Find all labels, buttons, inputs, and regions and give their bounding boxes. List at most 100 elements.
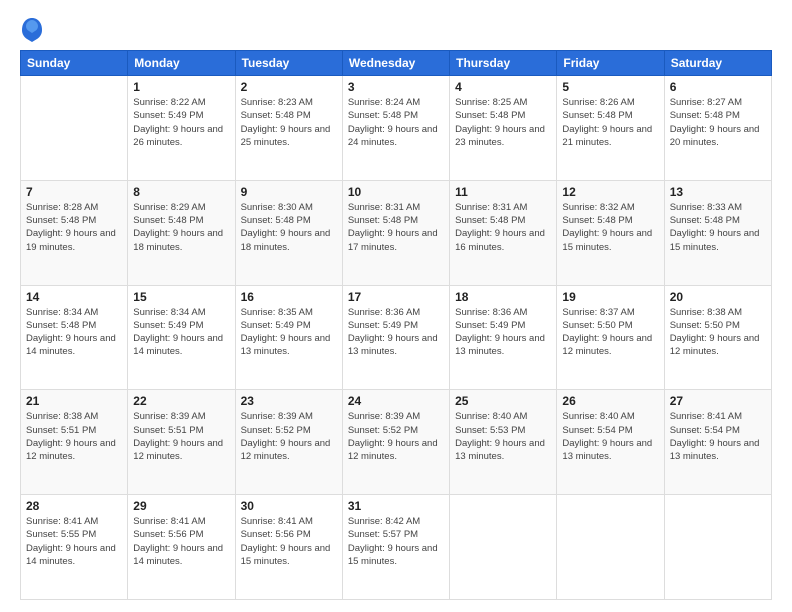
day-info: Sunrise: 8:32 AMSunset: 5:48 PMDaylight:… [562, 201, 658, 254]
day-number: 10 [348, 185, 444, 199]
logo [20, 16, 48, 44]
calendar-cell: 22 Sunrise: 8:39 AMSunset: 5:51 PMDayligh… [128, 390, 235, 495]
day-info: Sunrise: 8:36 AMSunset: 5:49 PMDaylight:… [455, 306, 551, 359]
calendar-cell: 3 Sunrise: 8:24 AMSunset: 5:48 PMDaylight… [342, 76, 449, 181]
day-number: 16 [241, 290, 337, 304]
calendar-cell: 18 Sunrise: 8:36 AMSunset: 5:49 PMDayligh… [450, 285, 557, 390]
day-info: Sunrise: 8:33 AMSunset: 5:48 PMDaylight:… [670, 201, 766, 254]
day-number: 21 [26, 394, 122, 408]
day-number: 13 [670, 185, 766, 199]
day-number: 14 [26, 290, 122, 304]
calendar-cell: 4 Sunrise: 8:25 AMSunset: 5:48 PMDaylight… [450, 76, 557, 181]
calendar-cell: 14 Sunrise: 8:34 AMSunset: 5:48 PMDayligh… [21, 285, 128, 390]
week-row-0: 1Sunrise: 8:22 AMSunset: 5:49 PMDaylight… [21, 76, 772, 181]
day-number: 6 [670, 80, 766, 94]
calendar-cell: 21 Sunrise: 8:38 AMSunset: 5:51 PMDayligh… [21, 390, 128, 495]
day-info: Sunrise: 8:40 AMSunset: 5:54 PMDaylight:… [562, 410, 658, 463]
calendar-cell: 24Sunrise: 8:39 AMSunset: 5:52 PMDayligh… [342, 390, 449, 495]
day-number: 9 [241, 185, 337, 199]
day-number: 22 [133, 394, 229, 408]
calendar-cell: 2 Sunrise: 8:23 AMSunset: 5:48 PMDaylight… [235, 76, 342, 181]
day-info: Sunrise: 8:39 AMSunset: 5:51 PMDaylight:… [133, 410, 229, 463]
page: SundayMondayTuesdayWednesdayThursdayFrid… [0, 0, 792, 612]
day-number: 27 [670, 394, 766, 408]
calendar-cell [664, 495, 771, 600]
weekday-header-tuesday: Tuesday [235, 51, 342, 76]
calendar-cell: 9 Sunrise: 8:30 AMSunset: 5:48 PMDaylight… [235, 180, 342, 285]
day-number: 30 [241, 499, 337, 513]
day-info: Sunrise: 8:30 AMSunset: 5:48 PMDaylight:… [241, 201, 337, 254]
day-info: Sunrise: 8:39 AMSunset: 5:52 PMDaylight:… [241, 410, 337, 463]
day-number: 4 [455, 80, 551, 94]
day-info: Sunrise: 8:28 AMSunset: 5:48 PMDaylight:… [26, 201, 122, 254]
calendar-cell: 1Sunrise: 8:22 AMSunset: 5:49 PMDaylight… [128, 76, 235, 181]
logo-icon [20, 16, 44, 44]
day-info: Sunrise: 8:38 AMSunset: 5:51 PMDaylight:… [26, 410, 122, 463]
day-number: 29 [133, 499, 229, 513]
calendar-cell: 23 Sunrise: 8:39 AMSunset: 5:52 PMDayligh… [235, 390, 342, 495]
day-info: Sunrise: 8:35 AMSunset: 5:49 PMDaylight:… [241, 306, 337, 359]
calendar-cell [450, 495, 557, 600]
day-info: Sunrise: 8:31 AMSunset: 5:48 PMDaylight:… [455, 201, 551, 254]
calendar-table: SundayMondayTuesdayWednesdayThursdayFrid… [20, 50, 772, 600]
calendar-cell [21, 76, 128, 181]
week-row-3: 21 Sunrise: 8:38 AMSunset: 5:51 PMDayligh… [21, 390, 772, 495]
weekday-header-wednesday: Wednesday [342, 51, 449, 76]
day-info: Sunrise: 8:24 AMSunset: 5:48 PMDaylight:… [348, 96, 444, 149]
day-info: Sunrise: 8:36 AMSunset: 5:49 PMDaylight:… [348, 306, 444, 359]
day-number: 23 [241, 394, 337, 408]
day-info: Sunrise: 8:42 AMSunset: 5:57 PMDaylight:… [348, 515, 444, 568]
calendar-cell: 30Sunrise: 8:41 AMSunset: 5:56 PMDayligh… [235, 495, 342, 600]
calendar-cell: 8Sunrise: 8:29 AMSunset: 5:48 PMDaylight… [128, 180, 235, 285]
day-number: 31 [348, 499, 444, 513]
week-row-1: 7 Sunrise: 8:28 AMSunset: 5:48 PMDaylight… [21, 180, 772, 285]
day-number: 25 [455, 394, 551, 408]
calendar-cell: 10 Sunrise: 8:31 AMSunset: 5:48 PMDayligh… [342, 180, 449, 285]
weekday-header-monday: Monday [128, 51, 235, 76]
calendar-cell: 6 Sunrise: 8:27 AMSunset: 5:48 PMDaylight… [664, 76, 771, 181]
day-info: Sunrise: 8:34 AMSunset: 5:48 PMDaylight:… [26, 306, 122, 359]
week-row-4: 28Sunrise: 8:41 AMSunset: 5:55 PMDayligh… [21, 495, 772, 600]
calendar-cell: 28Sunrise: 8:41 AMSunset: 5:55 PMDayligh… [21, 495, 128, 600]
day-info: Sunrise: 8:29 AMSunset: 5:48 PMDaylight:… [133, 201, 229, 254]
week-row-2: 14 Sunrise: 8:34 AMSunset: 5:48 PMDayligh… [21, 285, 772, 390]
calendar-cell: 5Sunrise: 8:26 AMSunset: 5:48 PMDaylight… [557, 76, 664, 181]
day-number: 11 [455, 185, 551, 199]
day-info: Sunrise: 8:39 AMSunset: 5:52 PMDaylight:… [348, 410, 444, 463]
day-number: 12 [562, 185, 658, 199]
calendar-cell: 7 Sunrise: 8:28 AMSunset: 5:48 PMDaylight… [21, 180, 128, 285]
calendar-cell: 20 Sunrise: 8:38 AMSunset: 5:50 PMDayligh… [664, 285, 771, 390]
calendar-cell: 27 Sunrise: 8:41 AMSunset: 5:54 PMDayligh… [664, 390, 771, 495]
calendar-cell: 15Sunrise: 8:34 AMSunset: 5:49 PMDayligh… [128, 285, 235, 390]
day-info: Sunrise: 8:41 AMSunset: 5:55 PMDaylight:… [26, 515, 122, 568]
day-info: Sunrise: 8:41 AMSunset: 5:54 PMDaylight:… [670, 410, 766, 463]
calendar-cell: 31 Sunrise: 8:42 AMSunset: 5:57 PMDayligh… [342, 495, 449, 600]
header [20, 16, 772, 44]
calendar-cell: 29 Sunrise: 8:41 AMSunset: 5:56 PMDayligh… [128, 495, 235, 600]
day-number: 20 [670, 290, 766, 304]
day-number: 2 [241, 80, 337, 94]
day-info: Sunrise: 8:27 AMSunset: 5:48 PMDaylight:… [670, 96, 766, 149]
calendar-cell: 16 Sunrise: 8:35 AMSunset: 5:49 PMDayligh… [235, 285, 342, 390]
calendar-cell: 12 Sunrise: 8:32 AMSunset: 5:48 PMDayligh… [557, 180, 664, 285]
day-number: 7 [26, 185, 122, 199]
calendar-cell: 17Sunrise: 8:36 AMSunset: 5:49 PMDayligh… [342, 285, 449, 390]
day-number: 26 [562, 394, 658, 408]
day-info: Sunrise: 8:31 AMSunset: 5:48 PMDaylight:… [348, 201, 444, 254]
day-number: 3 [348, 80, 444, 94]
day-info: Sunrise: 8:23 AMSunset: 5:48 PMDaylight:… [241, 96, 337, 149]
calendar-cell [557, 495, 664, 600]
day-info: Sunrise: 8:34 AMSunset: 5:49 PMDaylight:… [133, 306, 229, 359]
calendar-cell: 25 Sunrise: 8:40 AMSunset: 5:53 PMDayligh… [450, 390, 557, 495]
weekday-header-saturday: Saturday [664, 51, 771, 76]
day-info: Sunrise: 8:25 AMSunset: 5:48 PMDaylight:… [455, 96, 551, 149]
day-number: 1 [133, 80, 229, 94]
day-info: Sunrise: 8:26 AMSunset: 5:48 PMDaylight:… [562, 96, 658, 149]
day-info: Sunrise: 8:37 AMSunset: 5:50 PMDaylight:… [562, 306, 658, 359]
day-info: Sunrise: 8:41 AMSunset: 5:56 PMDaylight:… [133, 515, 229, 568]
calendar-cell: 19Sunrise: 8:37 AMSunset: 5:50 PMDayligh… [557, 285, 664, 390]
day-info: Sunrise: 8:40 AMSunset: 5:53 PMDaylight:… [455, 410, 551, 463]
day-number: 18 [455, 290, 551, 304]
day-info: Sunrise: 8:38 AMSunset: 5:50 PMDaylight:… [670, 306, 766, 359]
weekday-header-friday: Friday [557, 51, 664, 76]
